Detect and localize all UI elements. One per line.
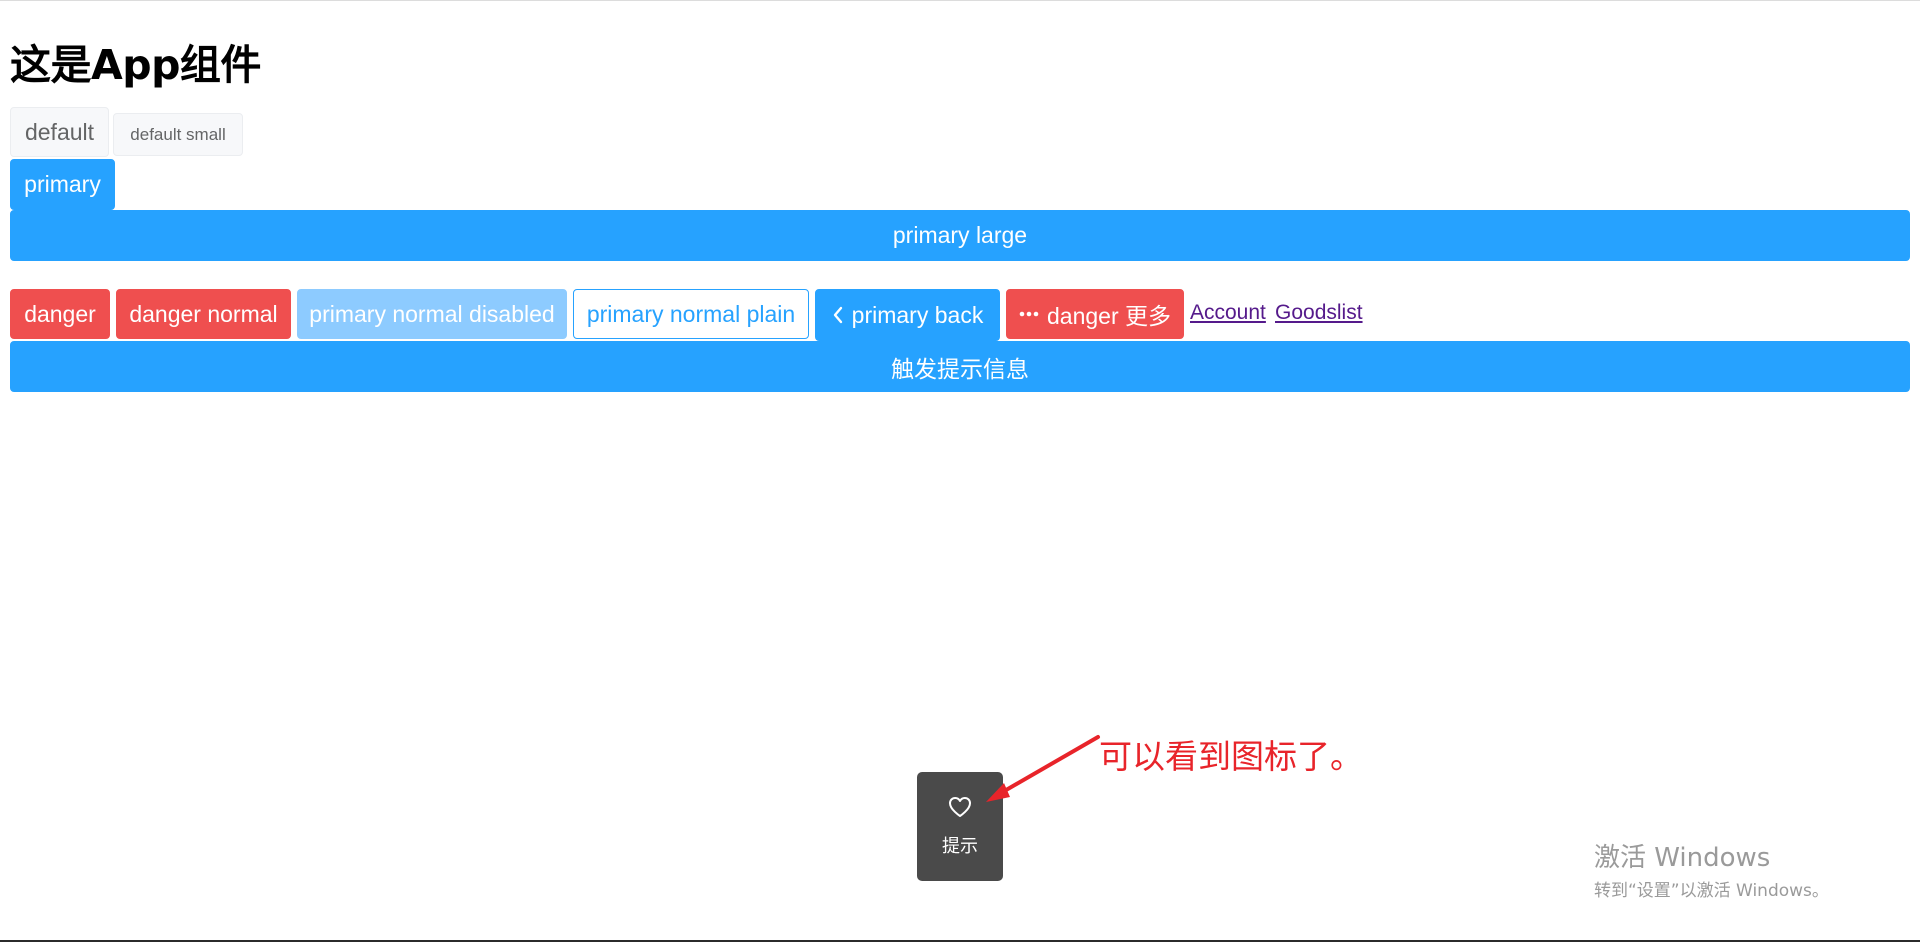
windows-activation-watermark: 激活 Windows 转到“设置”以激活 Windows。 [1594, 837, 1829, 901]
watermark-line-1: 激活 Windows [1594, 843, 1771, 873]
danger-button-label: danger [24, 300, 96, 327]
more-dots-icon [1019, 311, 1039, 317]
primary-normal-plain-button-label: primary normal plain [586, 300, 796, 327]
goodslist-link[interactable]: Goodslist [1275, 301, 1363, 325]
watermark-line-2: 转到“设置”以激活 Windows。 [1594, 881, 1829, 901]
page: 这是App组件 default default small primary pr… [0, 0, 1920, 942]
primary-large-button[interactable]: primary large [10, 210, 1910, 261]
default-button-label: default [24, 118, 95, 145]
chevron-left-icon [832, 306, 844, 324]
danger-more-button[interactable]: danger 更多 [1006, 289, 1184, 339]
default-small-button[interactable]: default small [113, 113, 243, 156]
annotation-text: 可以看到图标了。 [1099, 737, 1363, 776]
primary-normal-disabled-button[interactable]: primary normal disabled [297, 289, 567, 339]
primary-button[interactable]: primary [10, 159, 115, 210]
trigger-toast-button[interactable]: 触发提示信息 [10, 341, 1910, 392]
primary-back-button[interactable]: primary back [815, 289, 1000, 341]
danger-normal-button[interactable]: danger normal [116, 289, 291, 339]
danger-normal-button-label: danger normal [129, 300, 278, 327]
danger-more-button-label: danger 更多 [1046, 303, 1171, 329]
default-button[interactable]: default [10, 107, 109, 157]
primary-button-label: primary [24, 171, 101, 197]
trigger-toast-button-label: 触发提示信息 [891, 355, 1029, 382]
account-link[interactable]: Account [1190, 301, 1266, 325]
page-title: 这是App组件 [10, 41, 261, 89]
default-small-button-label: default small [130, 124, 226, 144]
heart-outline-icon [947, 795, 973, 824]
primary-normal-disabled-button-label: primary normal disabled [309, 300, 555, 327]
primary-large-button-label: primary large [892, 222, 1028, 248]
toast-text: 提示 [942, 836, 978, 857]
annotation-arrow [986, 735, 1100, 802]
danger-button[interactable]: danger [10, 289, 110, 339]
primary-normal-plain-button[interactable]: primary normal plain [573, 289, 809, 339]
primary-back-button-label: primary back [851, 301, 984, 328]
